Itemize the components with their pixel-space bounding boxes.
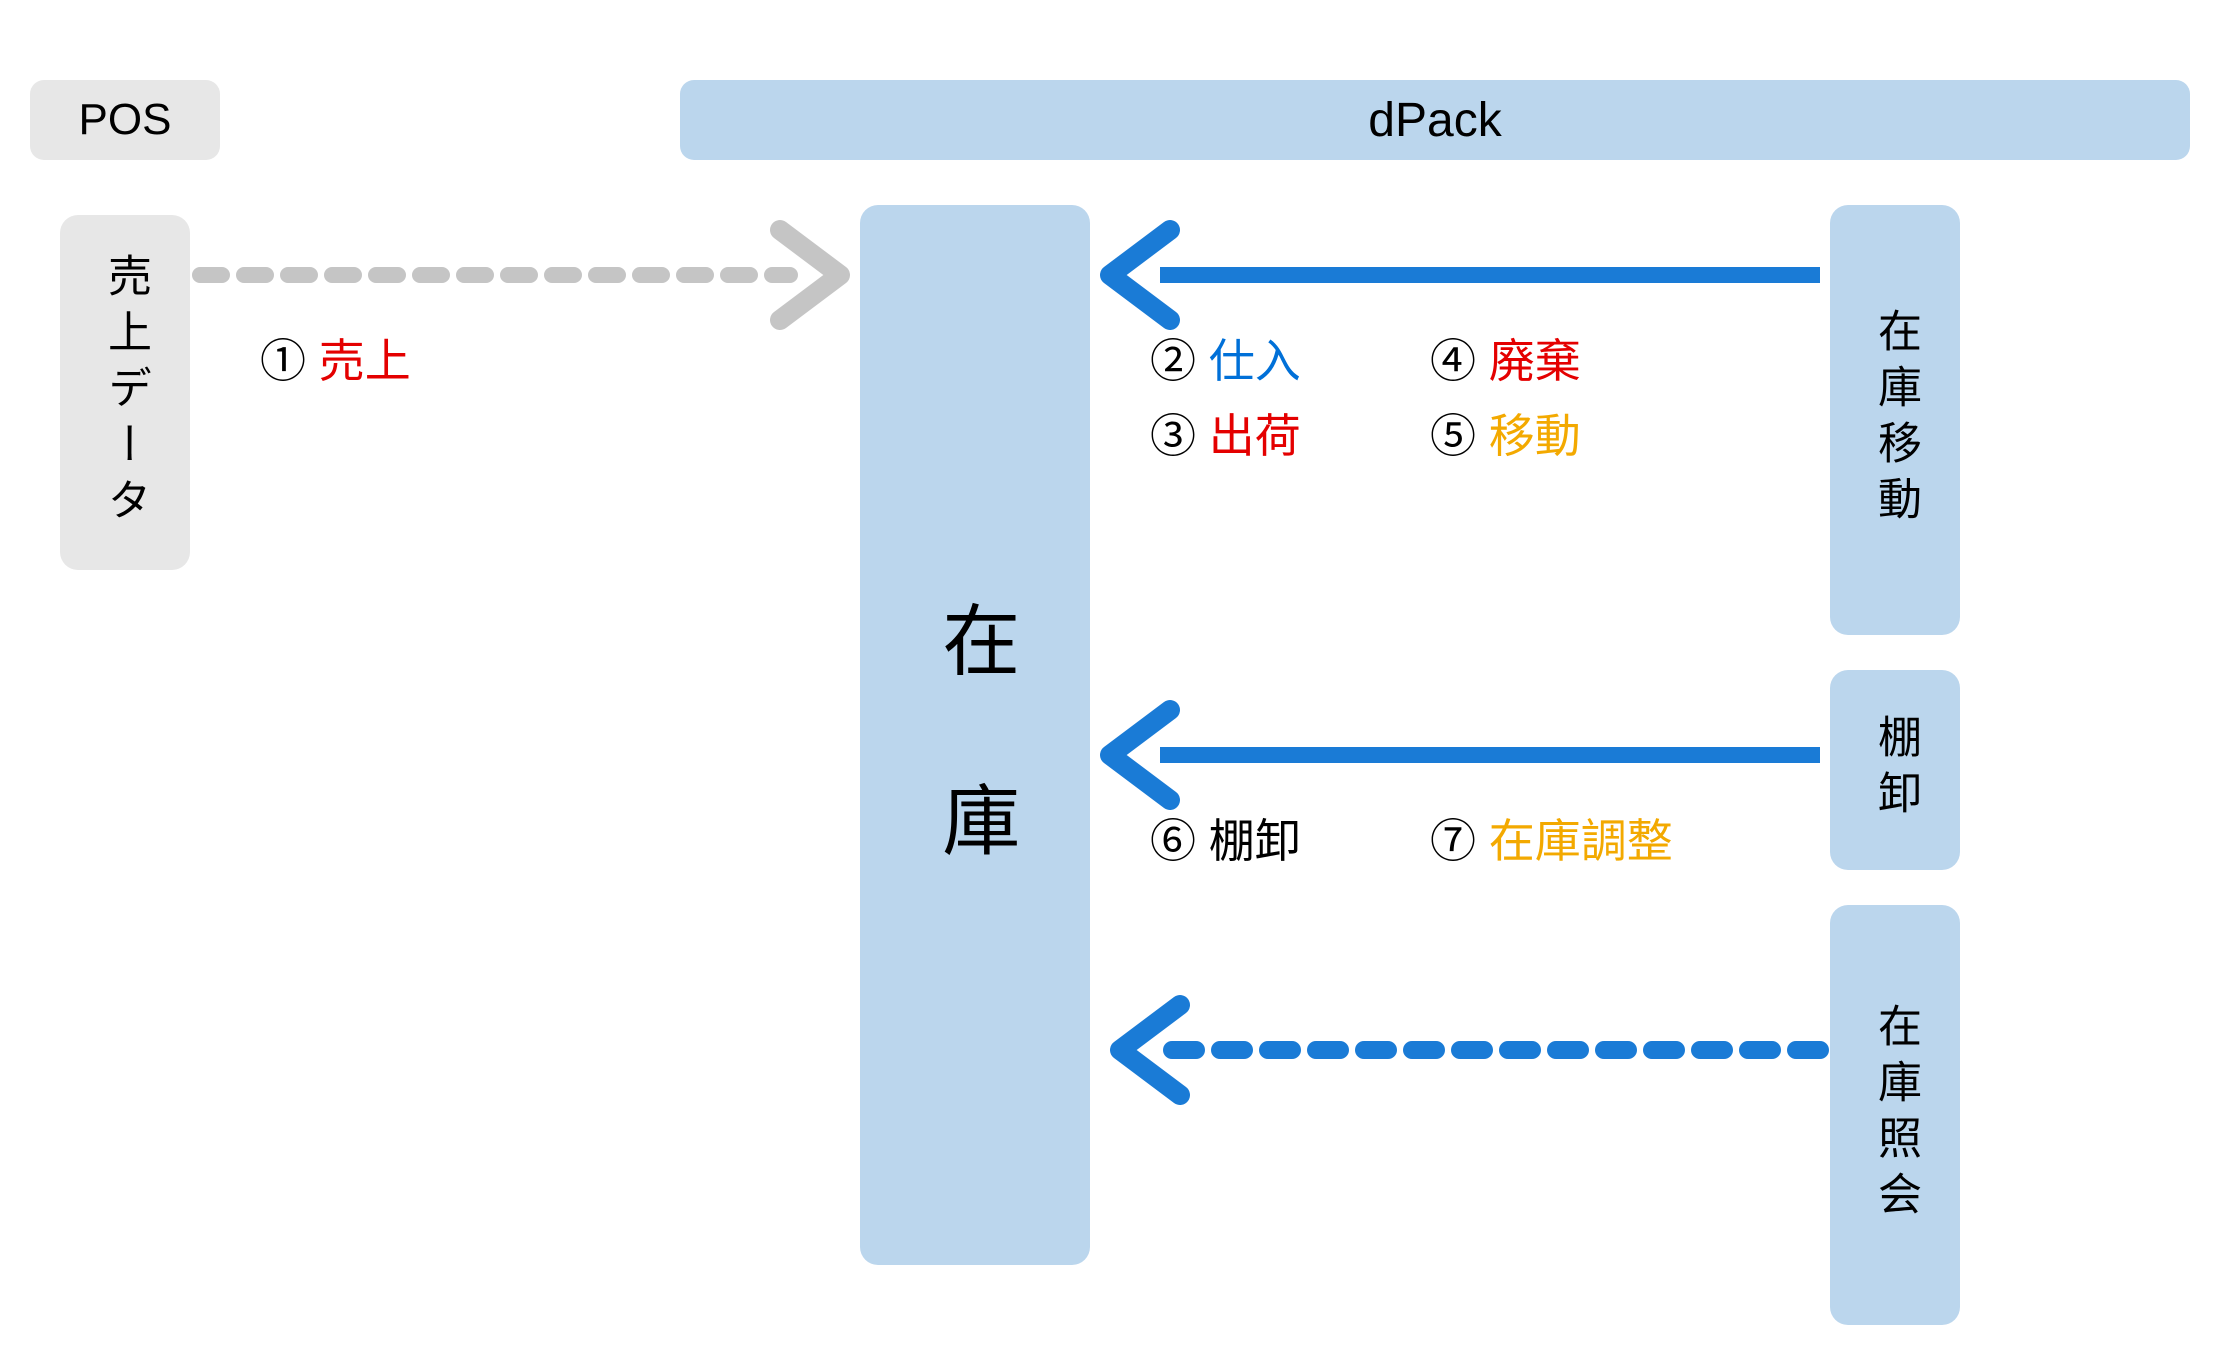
arrow-tana-to-zaiko: [1110, 710, 1820, 800]
sales-data-label: 売上データ: [93, 253, 157, 533]
label-6-text: 棚卸: [1209, 815, 1301, 867]
label-7-num: ⑦: [1430, 815, 1476, 867]
diagram-canvas: POS dPack 売上データ 在 庫 在庫移動 棚卸 在庫照会: [0, 0, 2224, 1369]
label-6: ⑥ 棚卸: [1150, 805, 1301, 871]
tanaoroshi-label: 棚卸: [1863, 714, 1927, 826]
pos-header-label: POS: [79, 95, 172, 145]
label-2: ② 仕入: [1150, 325, 1301, 391]
label-5-text: 移動: [1489, 410, 1581, 462]
label-5-num: ⑤: [1430, 410, 1476, 462]
label-4-text: 廃棄: [1489, 335, 1581, 387]
label-1-num: ①: [260, 335, 306, 387]
zaiko-label: 在 庫: [905, 600, 1045, 870]
sales-data-box: 売上データ: [60, 215, 190, 570]
label-7-text: 在庫調整: [1489, 815, 1673, 867]
label-7: ⑦ 在庫調整: [1430, 805, 1673, 871]
label-3-num: ③: [1150, 410, 1196, 462]
label-6-num: ⑥: [1150, 815, 1196, 867]
label-4: ④ 廃棄: [1430, 325, 1581, 391]
label-4-num: ④: [1430, 335, 1476, 387]
label-3: ③ 出荷: [1150, 400, 1301, 466]
pos-header-box: POS: [30, 80, 220, 160]
arrow-move-to-zaiko: [1110, 230, 1820, 320]
label-1: ① 売上: [260, 325, 411, 391]
arrow-query-to-zaiko: [1120, 1005, 1820, 1095]
zaiko-move-box: 在庫移動: [1830, 205, 1960, 635]
zaiko-box: 在 庫: [860, 205, 1090, 1265]
label-3-text: 出荷: [1209, 410, 1301, 462]
zaiko-move-label: 在庫移動: [1863, 308, 1927, 532]
zaiko-query-box: 在庫照会: [1830, 905, 1960, 1325]
zaiko-query-label: 在庫照会: [1863, 1003, 1927, 1227]
arrow-sales-to-zaiko: [200, 230, 840, 320]
label-5: ⑤ 移動: [1430, 400, 1581, 466]
dpack-header-box: dPack: [680, 80, 2190, 160]
tanaoroshi-box: 棚卸: [1830, 670, 1960, 870]
label-1-text: 売上: [319, 335, 411, 387]
label-2-text: 仕入: [1209, 335, 1301, 387]
label-2-num: ②: [1150, 335, 1196, 387]
dpack-header-label: dPack: [1368, 93, 1501, 148]
